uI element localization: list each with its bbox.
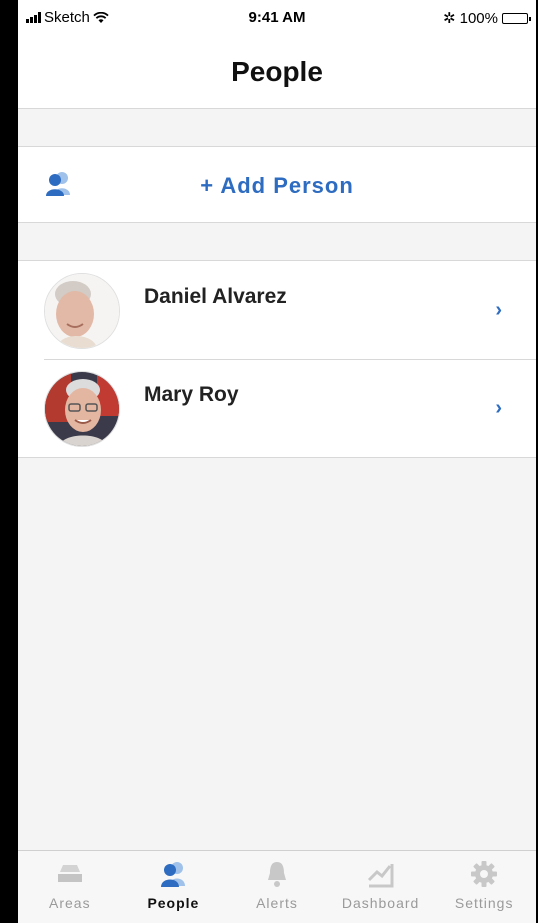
people-icon (161, 862, 186, 887)
status-right: ✲ 100% (443, 9, 531, 27)
bell-icon (267, 862, 286, 887)
tab-alerts[interactable]: Alerts (225, 851, 329, 923)
phone-screen: Sketch 9:41 AM ✲ 100% People + Add Perso… (18, 0, 536, 923)
tab-settings[interactable]: Settings (432, 851, 536, 923)
tab-label: Alerts (256, 895, 298, 911)
chevron-right-icon: › (495, 397, 502, 419)
tab-label: Areas (49, 895, 91, 911)
status-bar: Sketch 9:41 AM ✲ 100% (18, 0, 536, 36)
people-list: Daniel Alvarez › Mary Roy › (18, 260, 536, 458)
tab-areas[interactable]: Areas (18, 851, 122, 923)
tab-label: Dashboard (341, 895, 420, 911)
gear-icon (471, 861, 498, 887)
list-item-person[interactable]: Mary Roy › (18, 359, 536, 457)
add-person-label: + Add Person (200, 173, 354, 198)
tab-dashboard[interactable]: Dashboard (329, 851, 433, 923)
battery-icon (502, 12, 531, 24)
avatar (44, 273, 120, 349)
list-item-person[interactable]: Daniel Alvarez › (18, 261, 536, 359)
avatar (44, 371, 120, 447)
areas-icon (57, 865, 82, 882)
page-title: People (231, 56, 323, 87)
tab-label: Settings (454, 895, 514, 911)
person-name: Mary Roy (144, 383, 239, 406)
battery-percent: 100% (459, 9, 498, 27)
chevron-right-icon: › (495, 299, 502, 321)
tab-people[interactable]: People (122, 851, 226, 923)
person-name: Daniel Alvarez (144, 285, 287, 308)
dashboard-icon (367, 864, 394, 888)
bluetooth-icon: ✲ (443, 10, 456, 27)
tab-label: People (147, 895, 200, 911)
navigation-bar: People (18, 36, 536, 109)
add-person-row[interactable]: + Add Person (18, 146, 536, 223)
tab-bar: Areas People Alerts Dashboard Settings (18, 850, 536, 923)
